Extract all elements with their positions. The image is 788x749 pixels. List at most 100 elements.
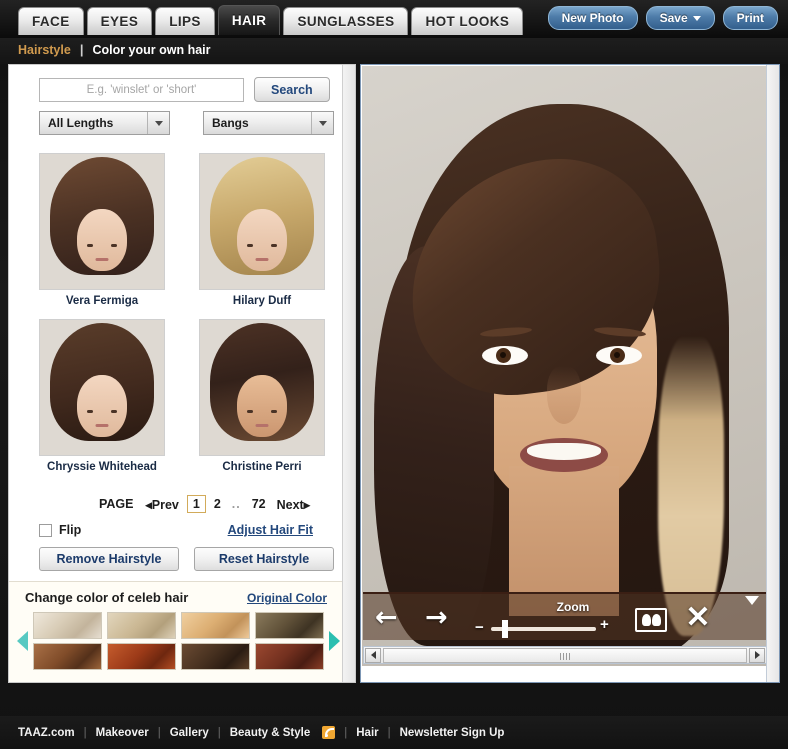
print-label: Print	[736, 11, 764, 25]
reset-hairstyle-button[interactable]: Reset Hairstyle	[194, 547, 334, 571]
search-input[interactable]	[39, 77, 244, 102]
photo-horizontal-scrollbar[interactable]	[363, 646, 766, 664]
tab-hair[interactable]: HAIR	[217, 5, 281, 35]
footer-link-taaz[interactable]: TAAZ.com	[18, 727, 75, 739]
search-button[interactable]: Search	[254, 77, 330, 102]
swatch-ash-blonde[interactable]	[107, 612, 176, 639]
scrollbar-thumb[interactable]	[383, 647, 747, 663]
pagination-page-72[interactable]: 72	[249, 496, 269, 512]
bangs-filter-select[interactable]: Bangs	[203, 111, 334, 135]
category-tabs: FACE EYES LIPS HAIR SUNGLASSES HOT LOOKS	[18, 5, 524, 35]
photo-mouth	[520, 438, 608, 472]
filter-row: All Lengths Bangs	[39, 111, 334, 135]
zoom-in-button[interactable]: +	[600, 616, 609, 633]
photo-nose	[547, 366, 581, 424]
hairstyle-browser-inner: Search All Lengths Bangs	[9, 65, 343, 682]
footer-separator: |	[157, 726, 161, 739]
color-swatch-grid	[33, 612, 324, 670]
hairstyle-thumbnail[interactable]: Hilary Duff	[199, 153, 325, 313]
breadcrumb-section[interactable]: Hairstyle	[18, 43, 71, 57]
chevron-down-icon	[692, 15, 701, 21]
flip-control: Flip	[39, 523, 81, 537]
tab-lips[interactable]: LIPS	[155, 7, 215, 35]
footer-separator: |	[344, 726, 348, 739]
adjust-hair-fit-link[interactable]: Adjust Hair Fit	[228, 523, 313, 537]
pagination: PAGE ◂Prev 1 2 .. 72 Next▸	[39, 495, 313, 513]
footer-link-beauty-style[interactable]: Beauty & Style	[230, 727, 311, 739]
flip-checkbox[interactable]	[39, 523, 52, 537]
zoom-slider-handle[interactable]	[501, 620, 508, 638]
scroll-left-button[interactable]	[365, 647, 381, 663]
swatch-bright-auburn[interactable]	[107, 643, 176, 670]
zoom-out-button[interactable]: −	[475, 619, 484, 636]
pagination-next[interactable]: Next▸	[274, 496, 313, 513]
hair-color-title: Change color of celeb hair	[25, 590, 189, 605]
close-toolbar-button[interactable]: ✕	[683, 602, 713, 634]
previous-photo-button[interactable]: ←	[375, 604, 409, 631]
photo-teeth	[527, 443, 601, 460]
footer-link-gallery[interactable]: Gallery	[170, 727, 209, 739]
swatch-dark-olive-brown[interactable]	[255, 612, 324, 639]
hair-color-section: Change color of celeb hair Original Colo…	[9, 581, 343, 682]
photo-eye-left	[482, 346, 528, 365]
swatch-dark-chocolate-brown[interactable]	[181, 643, 250, 670]
rss-icon[interactable]	[322, 726, 336, 739]
tab-hot-looks[interactable]: HOT LOOKS	[411, 7, 524, 35]
length-filter-select[interactable]: All Lengths	[39, 111, 170, 135]
arrow-left-icon: ←	[375, 602, 398, 633]
tab-face-label: FACE	[32, 14, 70, 29]
photo-vertical-scrollbar[interactable]	[766, 65, 779, 682]
swatch-golden-blonde[interactable]	[181, 612, 250, 639]
save-button[interactable]: Save	[645, 6, 715, 30]
thumb-face-shape	[237, 375, 287, 437]
thumb-face-shape	[77, 209, 127, 271]
taaz-makeover-app: FACE EYES LIPS HAIR SUNGLASSES HOT LOOKS…	[0, 0, 788, 749]
new-photo-label: New Photo	[561, 11, 624, 25]
tab-lips-label: LIPS	[169, 14, 201, 29]
previous-colors-arrow-icon[interactable]	[17, 631, 28, 651]
hairstyle-thumbnail-grid: Vera Fermiga Hilary Duff Chryssie Whiteh…	[39, 153, 325, 479]
footer-link-hair[interactable]: Hair	[356, 727, 378, 739]
hairstyle-thumbnail-caption: Vera Fermiga	[65, 295, 139, 307]
pagination-prev[interactable]: ◂Prev	[142, 496, 181, 513]
footer-separator: |	[83, 726, 87, 739]
footer-link-newsletter[interactable]: Newsletter Sign Up	[400, 727, 505, 739]
next-colors-arrow-icon[interactable]	[329, 631, 340, 651]
zoom-label: Zoom	[556, 600, 590, 614]
tab-face[interactable]: FACE	[18, 7, 84, 35]
thumb-eyes	[247, 244, 277, 247]
chevron-down-icon	[311, 112, 333, 134]
pagination-page-2[interactable]: 2	[211, 496, 224, 512]
save-label: Save	[659, 11, 688, 25]
hairstyle-panel-scrollbar[interactable]	[342, 65, 355, 682]
collapse-toolbar-icon[interactable]	[745, 596, 759, 605]
zoom-slider[interactable]	[491, 620, 596, 638]
search-button-label: Search	[271, 82, 313, 97]
tab-sunglasses[interactable]: SUNGLASSES	[283, 7, 409, 35]
swatch-platinum-blonde[interactable]	[33, 612, 102, 639]
chevron-down-icon	[147, 112, 169, 134]
pagination-page-1[interactable]: 1	[186, 495, 206, 513]
hair-color-header: Change color of celeb hair Original Colo…	[25, 590, 327, 605]
content-area: Search All Lengths Bangs	[8, 64, 780, 716]
print-button[interactable]: Print	[722, 6, 778, 30]
hairstyle-thumbnail[interactable]: Christine Perri	[199, 319, 325, 479]
hairstyle-thumbnail-image	[39, 153, 165, 290]
footer-separator: |	[387, 726, 391, 739]
swatch-dark-red-brown[interactable]	[255, 643, 324, 670]
hairstyle-thumbnail[interactable]: Chryssie Whitehead	[39, 319, 165, 479]
footer-link-makeover[interactable]: Makeover	[96, 727, 149, 739]
hairstyle-thumbnail[interactable]: Vera Fermiga	[39, 153, 165, 313]
user-photo[interactable]: ← → Zoom − + ✕	[362, 66, 766, 666]
tab-eyes[interactable]: EYES	[86, 7, 153, 35]
next-photo-button[interactable]: →	[425, 604, 459, 631]
new-photo-button[interactable]: New Photo	[547, 6, 638, 30]
swatch-copper-brown[interactable]	[33, 643, 102, 670]
original-color-link[interactable]: Original Color	[247, 591, 327, 605]
photo-preview-panel: ← → Zoom − + ✕	[360, 64, 780, 683]
remove-hairstyle-button[interactable]: Remove Hairstyle	[39, 547, 179, 571]
thumb-mouth	[95, 424, 109, 427]
compare-faces-icon[interactable]	[635, 608, 667, 632]
scroll-right-button[interactable]	[749, 647, 765, 663]
flip-label: Flip	[59, 523, 82, 537]
